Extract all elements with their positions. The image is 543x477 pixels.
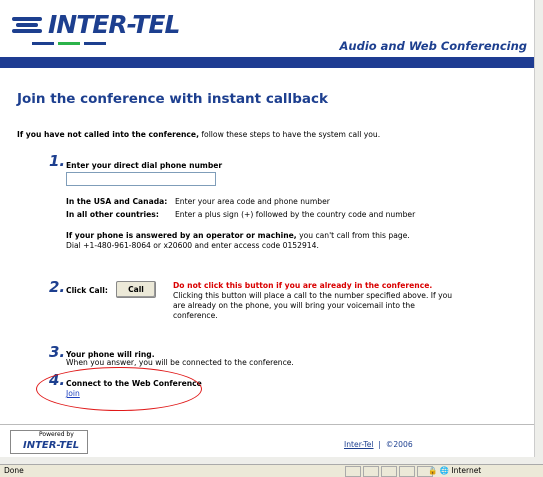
powered-by-name: INTER-TEL xyxy=(23,440,80,451)
step-1-label: Enter your direct dial phone number xyxy=(66,161,223,170)
operator-note: If your phone is answered by an operator… xyxy=(66,231,410,240)
logo-mark-icon xyxy=(12,14,46,36)
status-text: Done xyxy=(4,466,24,475)
phone-number-input[interactable] xyxy=(66,172,216,186)
other-countries-label: In all other countries: xyxy=(66,210,159,219)
step-1-number: 1. xyxy=(49,152,66,170)
call-description-1: Clicking this button will place a call t… xyxy=(173,291,453,300)
logo-text: INTER-TEL xyxy=(48,10,180,39)
footer-separator: | xyxy=(378,440,381,449)
status-cells xyxy=(345,466,433,477)
intro-bold: If you have not called into the conferen… xyxy=(17,130,199,139)
lock-icon: 🔒 xyxy=(428,466,438,475)
call-button[interactable]: Call xyxy=(116,281,156,298)
horizontal-scrollbar[interactable] xyxy=(0,457,543,464)
call-description-2: are already on the phone, you will bring… xyxy=(173,301,415,310)
logo-color-bars xyxy=(32,42,106,45)
step-2-number: 2. xyxy=(49,278,66,296)
other-countries-text: Enter a plus sign (+) followed by the co… xyxy=(175,210,416,219)
call-description-3: conference. xyxy=(173,311,218,320)
powered-by-badge: Powered by INTER-TEL xyxy=(10,430,88,454)
call-warning: Do not click this button if you are alre… xyxy=(173,281,433,290)
footer-copyright: Inter-Tel | ©2006 xyxy=(344,440,413,449)
step-3-number: 3. xyxy=(49,343,66,361)
footer-divider xyxy=(0,424,535,425)
powered-by-label: Powered by xyxy=(39,431,74,438)
intertel-logo: INTER-TEL xyxy=(12,10,180,39)
header-banner-bar xyxy=(0,57,535,68)
operator-note-bold: If your phone is answered by an operator… xyxy=(66,231,297,240)
vertical-scrollbar[interactable] xyxy=(534,0,543,457)
security-zone: 🔒 🌐 Internet xyxy=(428,466,481,475)
step-2-label: Click Call: xyxy=(66,286,108,295)
tagline: Audio and Web Conferencing xyxy=(339,39,528,53)
intro-rest: follow these steps to have the system ca… xyxy=(198,130,381,139)
copyright-text: ©2006 xyxy=(385,440,413,449)
annotation-circle xyxy=(36,367,202,411)
step-3-description: When you answer, you will be connected t… xyxy=(66,358,294,367)
header: INTER-TEL Audio and Web Conferencing xyxy=(0,0,535,56)
dial-instructions: Dial +1-480-961-8064 or x20600 and enter… xyxy=(66,241,319,250)
usa-text: Enter your area code and phone number xyxy=(175,197,330,206)
intertel-link[interactable]: Inter-Tel xyxy=(344,440,374,449)
zone-label: Internet xyxy=(451,466,482,475)
globe-icon: 🌐 xyxy=(439,466,450,475)
page-title: Join the conference with instant callbac… xyxy=(17,91,328,107)
operator-note-rest: you can't call from this page. xyxy=(296,231,410,240)
status-bar: Done 🔒 🌐 Internet xyxy=(0,464,543,477)
browser-content: INTER-TEL Audio and Web Conferencing Joi… xyxy=(0,0,535,457)
intro-text: If you have not called into the conferen… xyxy=(17,130,380,139)
usa-label: In the USA and Canada: xyxy=(66,197,168,206)
